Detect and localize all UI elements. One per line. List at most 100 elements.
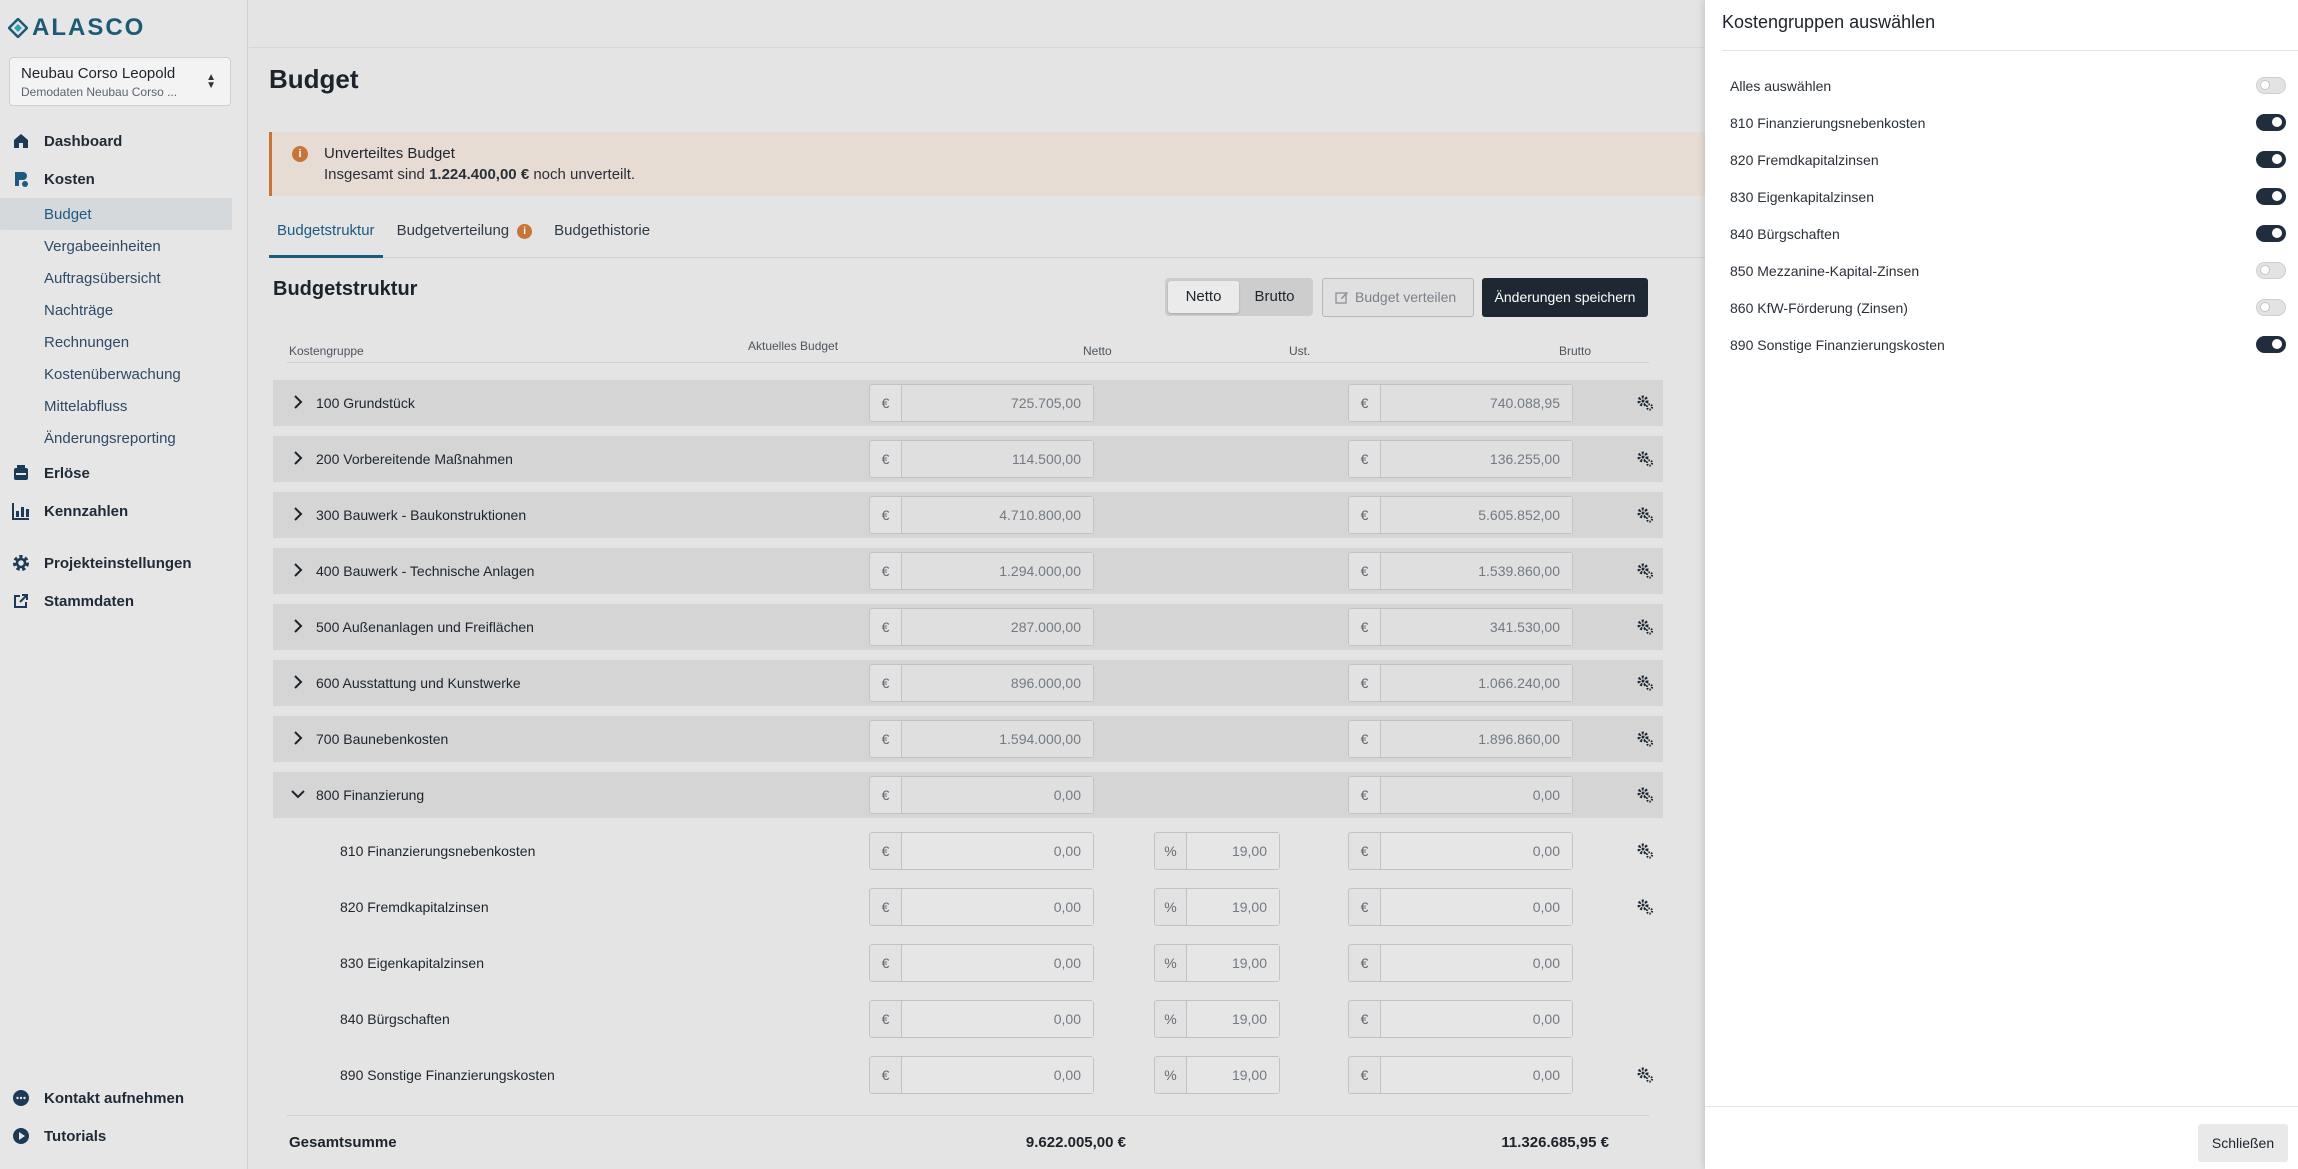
chevron-right-icon[interactable] [291,394,305,410]
nav-projekteinstellungen[interactable]: Projekteinstellungen [0,544,248,582]
brutto-input[interactable]: €136.255,00 [1348,440,1573,478]
netto-input[interactable]: €0,00 [869,888,1094,926]
chevron-right-icon[interactable] [291,562,305,578]
settings-cog-icon[interactable] [1636,562,1654,580]
nav-tutorials[interactable]: Tutorials [0,1117,248,1155]
nav-budget[interactable]: Budget [0,198,232,230]
toggle-switch[interactable] [2256,299,2286,316]
netto-input[interactable]: €1.594.000,00 [869,720,1094,758]
save-changes-button[interactable]: Änderungen speichern [1482,278,1648,317]
toggle-switch[interactable] [2256,188,2286,205]
settings-cog-icon[interactable] [1636,842,1654,860]
cost-group-row[interactable]: 300 Bauwerk - Baukonstruktionen €4.710.80… [273,492,1663,538]
nav-kosten[interactable]: Kosten [0,160,248,198]
netto-input[interactable]: €114.500,00 [869,440,1094,478]
ust-input[interactable]: % 19,00 [1154,1000,1280,1038]
ust-input[interactable]: % 19,00 [1154,944,1280,982]
nav-dashboard[interactable]: Dashboard [0,122,248,160]
nav-auftragsuebersicht[interactable]: Auftragsübersicht [0,262,248,294]
tabs: Budgetstruktur Budgetverteilung i Budgeth… [269,210,1709,258]
cost-subgroup-row[interactable]: 830 Eigenkapitalzinsen €0,00% 19,00 €0,00 [273,940,1663,986]
chevron-right-icon[interactable] [291,674,305,690]
toggle-switch[interactable] [2256,262,2286,279]
nav-nachtraege[interactable]: Nachträge [0,294,248,326]
brutto-input[interactable]: €5.605.852,00 [1348,496,1573,534]
nav-erloese[interactable]: Erlöse [0,454,248,492]
ust-input[interactable]: % 19,00 [1154,888,1280,926]
nav-kostenueberwachung[interactable]: Kostenüberwachung [0,358,248,390]
settings-cog-icon[interactable] [1636,786,1654,804]
tab-budgethistorie[interactable]: Budgethistorie [546,210,658,258]
netto-input[interactable]: €896.000,00 [869,664,1094,702]
chevron-right-icon[interactable] [291,730,305,746]
main-content: Budget i Unverteiltes Budget Insgesamt s… [249,0,1709,1169]
netto-input[interactable]: €0,00 [869,776,1094,814]
brutto-input[interactable]: €341.530,00 [1348,608,1573,646]
settings-cog-icon[interactable] [1636,394,1654,412]
cost-subgroup-row[interactable]: 810 Finanzierungsnebenkosten €0,00% 19,00 €… [273,828,1663,874]
close-button[interactable]: Schließen [2198,1124,2288,1162]
nav-mittelabfluss[interactable]: Mittelabfluss [0,390,248,422]
brutto-input[interactable]: €0,00 [1348,944,1573,982]
nav-kennzahlen[interactable]: Kennzahlen [0,492,248,530]
toggle-knob [2272,228,2282,238]
chevron-right-icon[interactable] [291,618,305,634]
netto-input[interactable]: €0,00 [869,832,1094,870]
toggle-netto[interactable]: Netto [1168,281,1239,313]
chevron-right-icon[interactable] [291,450,305,466]
nav-aenderungsreporting[interactable]: Änderungsreporting [0,422,248,454]
settings-cog-icon[interactable] [1636,450,1654,468]
toggle-switch[interactable] [2256,225,2286,242]
nav-stammdaten[interactable]: Stammdaten [0,582,248,620]
tab-budgetverteilung[interactable]: Budgetverteilung i [389,210,541,258]
chevron-right-icon[interactable] [291,506,305,522]
nav-vergabeeinheiten[interactable]: Vergabeeinheiten [0,230,248,262]
ust-input[interactable]: % 19,00 [1154,832,1280,870]
logo[interactable]: ALASCO [8,14,145,42]
toggle-switch[interactable] [2256,151,2286,168]
project-selector[interactable]: Neubau Corso Leopold Demodaten Neubau Co… [9,57,231,106]
brutto-input[interactable]: €0,00 [1348,832,1573,870]
netto-input[interactable]: €1.294.000,00 [869,552,1094,590]
nav-kontakt[interactable]: Kontakt aufnehmen [0,1079,248,1117]
brutto-input[interactable]: €0,00 [1348,888,1573,926]
brutto-input[interactable]: €1.896.860,00 [1348,720,1573,758]
settings-cog-icon[interactable] [1636,730,1654,748]
toggle-brutto[interactable]: Brutto [1239,281,1310,313]
cost-subgroup-row[interactable]: 840 Bürgschaften €0,00% 19,00 €0,00 [273,996,1663,1042]
cost-subgroup-row[interactable]: 890 Sonstige Finanzierungskosten €0,00% 19… [273,1052,1663,1098]
brutto-input[interactable]: €1.539.860,00 [1348,552,1573,590]
brutto-input[interactable]: €1.066.240,00 [1348,664,1573,702]
netto-input[interactable]: €4.710.800,00 [869,496,1094,534]
distribute-budget-button[interactable]: Budget verteilen [1322,278,1474,317]
cost-group-row[interactable]: 600 Ausstattung und Kunstwerke €896.000,0… [273,660,1663,706]
brutto-input[interactable]: €0,00 [1348,776,1573,814]
brutto-input[interactable]: €0,00 [1348,1056,1573,1094]
cost-group-row[interactable]: 500 Außenanlagen und Freiflächen €287.000… [273,604,1663,650]
brutto-input[interactable]: €740.088,95 [1348,384,1573,422]
cost-subgroup-row[interactable]: 820 Fremdkapitalzinsen €0,00% 19,00 €0,00 [273,884,1663,930]
toggle-switch[interactable] [2256,114,2286,131]
settings-cog-icon[interactable] [1636,506,1654,524]
toggle-switch[interactable] [2256,77,2286,94]
nav-rechnungen[interactable]: Rechnungen [0,326,248,358]
brutto-input[interactable]: €0,00 [1348,1000,1573,1038]
cost-group-row[interactable]: 100 Grundstück €725.705,00 €740.088,95 [273,380,1663,426]
ust-input[interactable]: % 19,00 [1154,1056,1280,1094]
cost-group-row[interactable]: 800 Finanzierung €0,00 €0,00 [273,772,1663,818]
settings-cog-icon[interactable] [1636,674,1654,692]
chevron-down-icon[interactable] [291,786,305,802]
cost-group-row[interactable]: 200 Vorbereitende Maßnahmen €114.500,00 €1… [273,436,1663,482]
cost-group-row[interactable]: 700 Baunebenkosten €1.594.000,00 €1.896.86… [273,716,1663,762]
settings-cog-icon[interactable] [1636,1066,1654,1084]
tab-budgetstruktur[interactable]: Budgetstruktur [269,210,383,258]
netto-input[interactable]: €0,00 [869,1056,1094,1094]
netto-input[interactable]: €0,00 [869,944,1094,982]
settings-cog-icon[interactable] [1636,898,1654,916]
cost-group-row[interactable]: 400 Bauwerk - Technische Anlagen €1.294.0… [273,548,1663,594]
netto-input[interactable]: €0,00 [869,1000,1094,1038]
netto-input[interactable]: €725.705,00 [869,384,1094,422]
netto-input[interactable]: €287.000,00 [869,608,1094,646]
settings-cog-icon[interactable] [1636,618,1654,636]
toggle-switch[interactable] [2256,336,2286,353]
